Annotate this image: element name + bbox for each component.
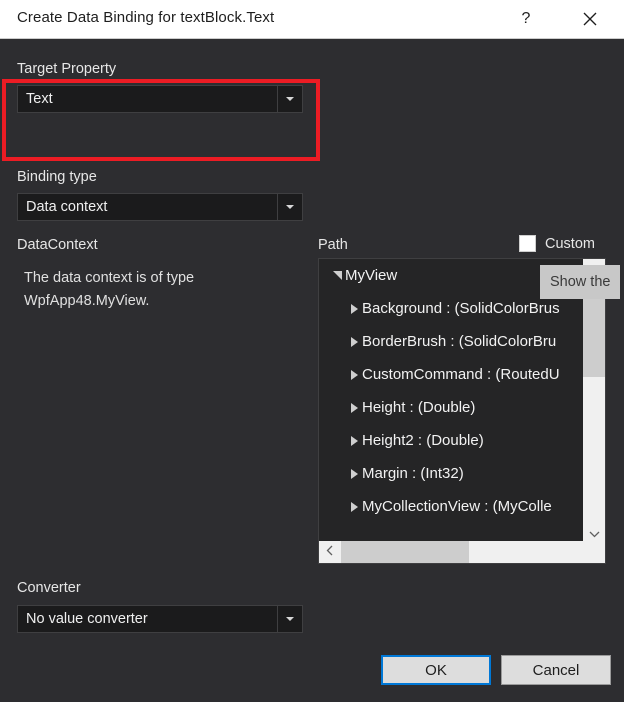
converter-dropdown-arrow[interactable]	[277, 606, 302, 632]
tree-node-label: MyView	[345, 267, 397, 284]
data-context-heading: DataContext	[17, 237, 98, 253]
chevron-left-icon	[326, 543, 334, 561]
tree-row[interactable]: Margin : (Int32)	[319, 457, 583, 490]
converter-combobox[interactable]: No value converter	[17, 605, 303, 633]
title-bar: Create Data Binding for textBlock.Text ?	[0, 0, 624, 39]
tree-node-label: Background : (SolidColorBrus	[362, 300, 560, 317]
chevron-down-icon	[286, 97, 294, 101]
cancel-button[interactable]: Cancel	[501, 655, 611, 685]
binding-type-value: Data context	[18, 194, 277, 220]
chevron-down-icon	[286, 205, 294, 209]
close-icon	[583, 12, 597, 26]
target-property-label: Target Property	[17, 61, 116, 77]
triangle-collapsed-icon[interactable]	[346, 304, 362, 314]
tree-node-label: MyCollectionView : (MyColle	[362, 498, 552, 515]
scrollbar-corner	[583, 541, 605, 563]
triangle-collapsed-icon[interactable]	[346, 370, 362, 380]
target-property-combobox[interactable]: Text	[17, 85, 303, 113]
binding-type-label: Binding type	[17, 169, 97, 185]
ok-button[interactable]: OK	[381, 655, 491, 685]
dialog-footer: OK Cancel	[0, 645, 624, 702]
target-property-value: Text	[18, 86, 277, 112]
help-button[interactable]: ?	[503, 0, 549, 37]
scroll-thumb-horizontal[interactable]	[341, 541, 469, 563]
question-mark-icon: ?	[522, 10, 531, 28]
target-property-dropdown-arrow[interactable]	[277, 86, 302, 112]
triangle-collapsed-icon[interactable]	[346, 436, 362, 446]
binding-type-dropdown-arrow[interactable]	[277, 194, 302, 220]
custom-checkbox-label: Custom	[545, 236, 595, 252]
binding-type-combobox[interactable]: Data context	[17, 193, 303, 221]
data-context-description: The data context is of type WpfApp48.MyV…	[24, 267, 284, 313]
tree-row[interactable]: CustomCommand : (RoutedU	[319, 358, 583, 391]
tree-row[interactable]: MyCollectionView : (MyColle	[319, 490, 583, 523]
dialog-body: Target Property Text Binding type Data c…	[0, 39, 624, 702]
triangle-collapsed-icon[interactable]	[346, 502, 362, 512]
tree-row[interactable]: BorderBrush : (SolidColorBru	[319, 325, 583, 358]
tree-row[interactable]: Height2 : (Double)	[319, 424, 583, 457]
tree-node-label: Height2 : (Double)	[362, 432, 484, 449]
tooltip: Show the	[540, 265, 620, 299]
path-label: Path	[318, 237, 348, 253]
scroll-track-horizontal[interactable]	[341, 541, 583, 563]
converter-value: No value converter	[18, 606, 277, 632]
triangle-expanded-icon[interactable]	[329, 271, 345, 280]
tree-items-container: MyView Background : (SolidColorBrus Bord…	[319, 259, 583, 547]
triangle-collapsed-icon[interactable]	[346, 469, 362, 479]
path-tree-view[interactable]: MyView Background : (SolidColorBrus Bord…	[318, 258, 606, 564]
tree-vertical-scrollbar[interactable]	[583, 259, 605, 545]
converter-label: Converter	[17, 580, 81, 596]
tree-horizontal-scrollbar[interactable]	[319, 541, 605, 563]
tree-node-label: CustomCommand : (RoutedU	[362, 366, 560, 383]
tree-node-label: BorderBrush : (SolidColorBru	[362, 333, 556, 350]
tree-node-label: Margin : (Int32)	[362, 465, 464, 482]
triangle-collapsed-icon[interactable]	[346, 403, 362, 413]
triangle-collapsed-icon[interactable]	[346, 337, 362, 347]
dialog-title: Create Data Binding for textBlock.Text	[17, 9, 274, 26]
custom-checkbox-row[interactable]: Custom	[519, 235, 595, 252]
custom-checkbox[interactable]	[519, 235, 536, 252]
chevron-down-icon	[286, 617, 294, 621]
tree-row[interactable]: Height : (Double)	[319, 391, 583, 424]
tree-node-label: Height : (Double)	[362, 399, 475, 416]
create-data-binding-dialog: Create Data Binding for textBlock.Text ?…	[0, 0, 624, 702]
close-button[interactable]	[567, 0, 613, 37]
scroll-left-button[interactable]	[319, 541, 341, 563]
